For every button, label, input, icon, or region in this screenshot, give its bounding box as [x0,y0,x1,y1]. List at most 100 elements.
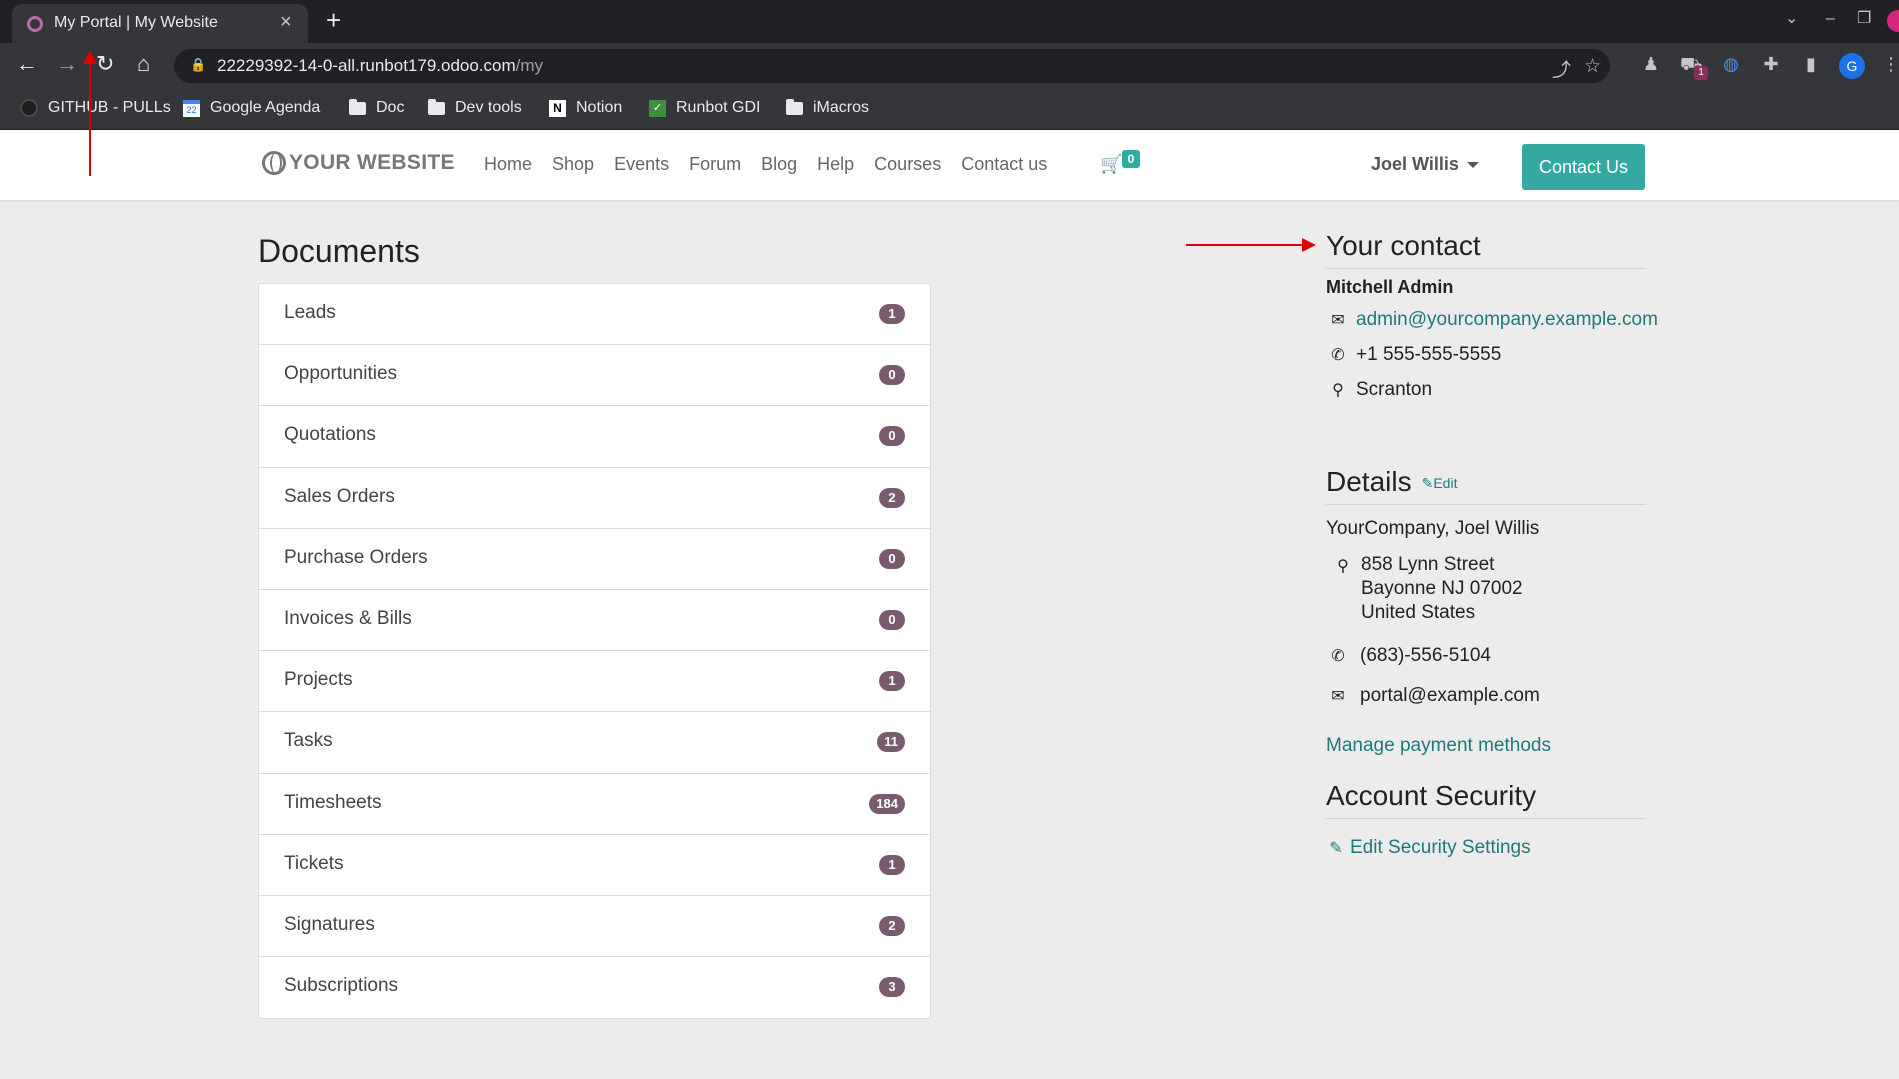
bookmark-google-agenda[interactable]: 22 Google Agenda [183,97,320,119]
bookmark-runbot-gdi[interactable]: ✓ Runbot GDI [649,97,760,119]
browser-tab[interactable]: My Portal | My Website × [12,4,308,43]
reload-icon[interactable]: ↻ [96,52,114,76]
bookmark-doc[interactable]: Doc [349,97,404,119]
address-bar[interactable]: 🔒 22229392-14-0-all.runbot179.odoo.com/m… [174,49,1610,83]
documents-title: Documents [258,233,420,269]
logo-text: YOUR WEBSITE [289,151,455,174]
nav-home[interactable]: Home [484,154,532,175]
doc-count-badge: 11 [877,732,905,753]
tab-title: My Portal | My Website [54,14,218,31]
phone-icon: ✆ [1331,648,1345,665]
bookmark-label: GITHUB - PULLs [48,99,171,116]
pencil-icon: ✎ [1421,475,1434,492]
details-header: Details ✎Edit [1326,466,1646,505]
new-tab-icon[interactable]: + [326,7,341,33]
lock-icon[interactable]: 🔒 [190,57,206,73]
bookmark-dev-tools[interactable]: Dev tools [428,97,522,119]
your-contact-section: Your contact [1326,230,1646,269]
runbot-icon: ✓ [649,99,666,117]
close-window-icon[interactable] [1887,10,1899,32]
back-icon[interactable]: ← [16,52,38,76]
folder-icon [786,98,803,115]
bookmark-label: Dev tools [455,99,522,116]
nav-courses[interactable]: Courses [874,154,941,175]
extension-icon[interactable]: ♟ [1640,53,1662,75]
annotation-arrow-up-icon [83,50,97,64]
user-menu[interactable]: Joel Willis [1371,154,1479,175]
doc-label: Quotations [284,424,376,446]
doc-label: Opportunities [284,363,398,385]
doc-item-projects[interactable]: Projects 1 [259,651,930,713]
address-line: Bayonne NJ 07002 [1361,578,1523,599]
annotation-arrow-right-icon [1302,238,1316,252]
nav-contact-us[interactable]: Contact us [961,154,1047,175]
details-section: Details ✎Edit [1326,466,1646,505]
contact-phone-line: ✆ +1 555-555-5555 [1326,344,1501,366]
contact-email-link[interactable]: admin@yourcompany.example.com [1356,309,1658,331]
contact-email-line: ✉ admin@yourcompany.example.com [1326,309,1658,331]
browser-toolbar: ← → ↻ ⌂ 🔒 22229392-14-0-all.runbot179.od… [0,43,1899,87]
account-security-section: Account Security [1326,780,1646,819]
doc-item-signatures[interactable]: Signatures 2 [259,896,930,958]
bookmark-label: Doc [376,99,405,116]
doc-item-sales-orders[interactable]: Sales Orders 2 [259,468,930,529]
menu-icon[interactable]: ⋮ [1880,53,1899,75]
odoo-favicon-icon [27,16,43,32]
caret-down-icon [1466,162,1479,169]
extension-badge-icon[interactable]: ⛟ 1 [1680,53,1708,80]
tab-search-icon[interactable]: ⌄ [1785,10,1798,28]
profile-avatar[interactable]: G [1839,53,1865,79]
bookmark-github[interactable]: GITHUB - PULLs [20,97,171,119]
edit-security-settings-link[interactable]: ✎ Edit Security Settings [1326,837,1530,859]
your-contact-title: Your contact [1326,230,1646,269]
doc-count-badge: 2 [879,915,905,936]
bookmarks-bar: GITHUB - PULLs 22 Google Agenda Doc Dev t… [0,87,1899,130]
doc-count-badge: 1 [879,671,905,692]
restore-icon[interactable]: ❐ [1857,10,1871,28]
nav-forum[interactable]: Forum [689,154,741,175]
cart-icon[interactable]: 🛒 [1100,154,1122,175]
minimize-icon[interactable]: – [1826,10,1835,28]
side-panel-icon[interactable]: ▮ [1800,53,1822,75]
doc-count-badge: 1 [879,304,905,324]
phone-icon: ✆ [1331,347,1345,364]
bookmark-notion[interactable]: N Notion [549,97,622,119]
doc-label: Projects [284,669,353,691]
doc-item-purchase-orders[interactable]: Purchase Orders 0 [259,529,930,590]
nav-blog[interactable]: Blog [761,154,797,175]
doc-item-tickets[interactable]: Tickets 1 [259,835,930,896]
doc-item-timesheets[interactable]: Timesheets 184 [259,774,930,835]
address-line: United States [1361,602,1476,623]
details-edit-link[interactable]: ✎Edit [1422,475,1458,491]
share-icon[interactable]: ⤴ [1552,55,1571,82]
map-marker-icon: ⚲ [1332,382,1344,399]
doc-count-badge: 0 [879,365,905,386]
bookmark-star-icon[interactable]: ☆ [1584,55,1601,78]
close-tab-icon[interactable]: × [280,12,292,32]
doc-item-opportunities[interactable]: Opportunities 0 [259,345,930,407]
doc-item-invoices-bills[interactable]: Invoices & Bills 0 [259,590,930,652]
forward-icon[interactable]: → [56,52,78,76]
doc-count-badge: 0 [879,426,905,447]
doc-item-quotations[interactable]: Quotations 0 [259,406,930,468]
manage-payment-methods-link[interactable]: Manage payment methods [1326,735,1551,757]
site-logo[interactable]: YOUR WEBSITE [262,151,455,175]
site-header: YOUR WEBSITE Home Shop Events Forum Blog… [0,130,1899,200]
doc-item-leads[interactable]: Leads 1 [259,284,930,346]
nav-events[interactable]: Events [614,154,669,175]
home-icon[interactable]: ⌂ [137,52,150,76]
nav-shop[interactable]: Shop [552,154,594,175]
account-security-title: Account Security [1326,780,1646,819]
nav-help[interactable]: Help [817,154,854,175]
doc-item-tasks[interactable]: Tasks 11 [259,712,930,774]
doc-item-subscriptions[interactable]: Subscriptions 3 [259,957,930,1018]
bookmark-imacros[interactable]: iMacros [786,97,869,119]
globe-extension-icon[interactable]: ◍ [1720,53,1742,75]
details-company-text: YourCompany, Joel Willis [1326,518,1540,539]
contact-us-button[interactable]: Contact Us [1522,144,1645,190]
doc-count-badge: 0 [879,609,905,630]
doc-label: Tasks [284,730,333,752]
folder-icon [349,98,366,115]
annotation-arrow-line [1186,244,1306,246]
puzzle-icon[interactable]: ✚ [1760,53,1782,75]
